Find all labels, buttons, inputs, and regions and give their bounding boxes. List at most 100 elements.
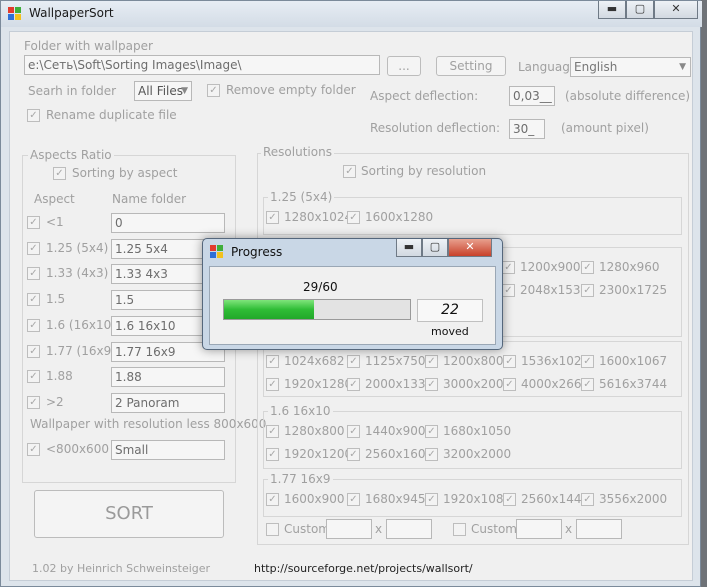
resolution-checkbox[interactable]: ✓ <box>266 425 279 438</box>
resolution-checkbox[interactable]: ✓ <box>347 211 360 224</box>
resolution-checkbox[interactable]: ✓ <box>347 448 360 461</box>
remove-empty-checkbox[interactable]: ✓ <box>207 84 220 97</box>
aspect-label: 1.88 <box>46 369 73 384</box>
aspect-label: 1.33 (4x3) <box>46 266 109 281</box>
aspect-checkbox[interactable]: ✓ <box>27 344 40 358</box>
resolution-checkbox[interactable]: ✓ <box>425 493 438 506</box>
resolution-deflection-input[interactable]: 30_ <box>509 119 545 139</box>
resolution-deflection-unit: (amount pixel) <box>561 121 649 135</box>
resolution-checkbox[interactable]: ✓ <box>347 493 360 506</box>
aspect-checkbox[interactable]: ✓ <box>27 216 40 229</box>
aspect-label: 1.25 (5x4) <box>46 240 109 255</box>
resolution-label: 4000x2667 <box>521 377 590 391</box>
custom2-width-input[interactable] <box>516 519 562 539</box>
aspect-label: 1.6 (16x10) <box>46 317 116 332</box>
resolution-checkbox[interactable]: ✓ <box>425 355 438 368</box>
aspect-checkbox[interactable]: ✓ <box>27 241 40 255</box>
aspect-folder-input[interactable]: 2 Panoram <box>111 392 225 413</box>
dialog-close-button[interactable]: ✕ <box>448 239 492 257</box>
resolution-group-label: 1.6 16x10 <box>268 404 333 418</box>
aspect-checkbox[interactable]: ✓ <box>27 267 40 281</box>
resolution-checkbox[interactable]: ✓ <box>503 493 516 506</box>
custom-height-input[interactable] <box>386 519 432 539</box>
resolution-label: 2048x1536 <box>520 283 589 297</box>
resolution-checkbox[interactable]: ✓ <box>425 425 438 438</box>
language-select[interactable]: English ▼ <box>570 57 691 77</box>
chevron-down-icon: ▼ <box>679 62 686 72</box>
resolution-label: 2560x1600 <box>365 447 434 461</box>
aspect-checkbox[interactable]: ✓ <box>27 395 40 409</box>
resolution-checkbox[interactable]: ✓ <box>425 448 438 461</box>
resolution-checkbox[interactable]: ✓ <box>503 355 516 368</box>
resolution-checkbox[interactable]: ✓ <box>266 448 279 461</box>
sorting-by-resolution-checkbox[interactable]: ✓ <box>343 165 356 178</box>
resolution-checkbox[interactable]: ✓ <box>347 425 360 438</box>
search-select[interactable]: All Files ▼ <box>134 81 192 101</box>
aspect-label: >2 <box>46 394 64 409</box>
aspect-label: 1.77 (16x9) <box>46 343 116 358</box>
resolution-label: 1280x1024 <box>284 210 353 224</box>
resolution-checkbox[interactable]: ✓ <box>347 378 360 391</box>
resolution-checkbox[interactable]: ✓ <box>266 493 279 506</box>
maximize-button[interactable]: ▢ <box>626 1 654 19</box>
resolution-checkbox[interactable]: ✓ <box>502 261 515 274</box>
resolution-label: 1200x900 <box>520 260 581 274</box>
resolution-group-label: 1.77 16x9 <box>268 472 333 486</box>
aspect-checkbox[interactable]: ✓ <box>27 293 40 307</box>
sort-button[interactable]: SORT <box>34 490 224 538</box>
search-value: All Files <box>138 84 184 98</box>
app-icon <box>8 7 21 20</box>
resolution-label: 1600x900 <box>284 492 345 506</box>
aspect-folder-input[interactable]: Small <box>111 440 225 460</box>
setting-button[interactable]: Setting <box>436 56 506 76</box>
resolution-checkbox[interactable]: ✓ <box>347 355 360 368</box>
resolution-label: 1680x1050 <box>443 424 512 438</box>
moved-label: moved <box>431 325 469 338</box>
resolution-checkbox[interactable]: ✓ <box>581 355 594 368</box>
sorting-by-aspect-checkbox[interactable]: ✓ <box>53 167 66 180</box>
custom-width-input[interactable] <box>326 519 372 539</box>
dialog-minimize-button[interactable]: ▬ <box>396 239 422 257</box>
minimize-button[interactable]: ▬ <box>598 1 626 19</box>
aspect-label: 1.5 <box>46 292 66 307</box>
folder-input[interactable]: e:\Сеть\Soft\Sorting Images\Image\ <box>24 55 380 75</box>
resolution-checkbox[interactable]: ✓ <box>266 211 279 224</box>
resolution-label: 2300x1725 <box>599 283 668 297</box>
aspect-checkbox[interactable]: ✓ <box>27 318 40 332</box>
resolution-label: 1920x1080 <box>443 492 512 506</box>
resolution-label: 1024x682 <box>284 354 345 368</box>
project-link[interactable]: http://sourceforge.net/projects/wallsort… <box>254 562 473 575</box>
close-button[interactable]: ✕ <box>654 1 698 19</box>
resolution-checkbox[interactable]: ✓ <box>502 284 515 297</box>
resolution-deflection-label: Resolution deflection: <box>370 121 501 135</box>
browse-button[interactable]: ... <box>387 56 421 76</box>
resolution-checkbox[interactable]: ✓ <box>581 378 594 391</box>
resolution-checkbox[interactable]: ✓ <box>581 493 594 506</box>
progress-dialog: Progress ▬ ▢ ✕ 29/60 22 moved <box>202 238 503 350</box>
resolution-checkbox[interactable]: ✓ <box>266 355 279 368</box>
dialog-title: Progress <box>231 245 283 259</box>
custom2-x-label: x <box>565 522 573 536</box>
aspect-checkbox[interactable]: ✓ <box>27 370 40 384</box>
custom-checkbox[interactable] <box>266 523 279 536</box>
resolution-label: 1680x945 <box>365 492 426 506</box>
custom2-checkbox[interactable] <box>453 523 466 536</box>
rename-dup-checkbox[interactable]: ✓ <box>27 109 40 122</box>
dialog-client-area: 29/60 22 moved <box>209 266 496 345</box>
custom2-height-input[interactable] <box>576 519 622 539</box>
aspect-folder-input[interactable]: 1.88 <box>111 367 225 388</box>
dialog-maximize-button[interactable]: ▢ <box>422 239 448 257</box>
aspect-folder-input[interactable]: 0 <box>111 213 225 233</box>
resolution-checkbox[interactable]: ✓ <box>581 284 594 297</box>
version-text: 1.02 by Heinrich Schweinsteiger <box>32 562 211 575</box>
resolution-checkbox[interactable]: ✓ <box>425 378 438 391</box>
aspect-deflection-input[interactable]: 0,03__ <box>509 86 555 106</box>
progress-counter: 29/60 <box>303 280 338 294</box>
folder-column-header: Name folder <box>112 192 187 206</box>
resolution-checkbox[interactable]: ✓ <box>266 378 279 391</box>
resolution-checkbox[interactable]: ✓ <box>581 261 594 274</box>
sorting-by-resolution-label: Sorting by resolution <box>361 164 487 178</box>
aspect-checkbox[interactable]: ✓ <box>27 443 40 456</box>
resolution-checkbox[interactable]: ✓ <box>503 378 516 391</box>
remove-empty-label: Remove empty folder <box>226 83 356 97</box>
